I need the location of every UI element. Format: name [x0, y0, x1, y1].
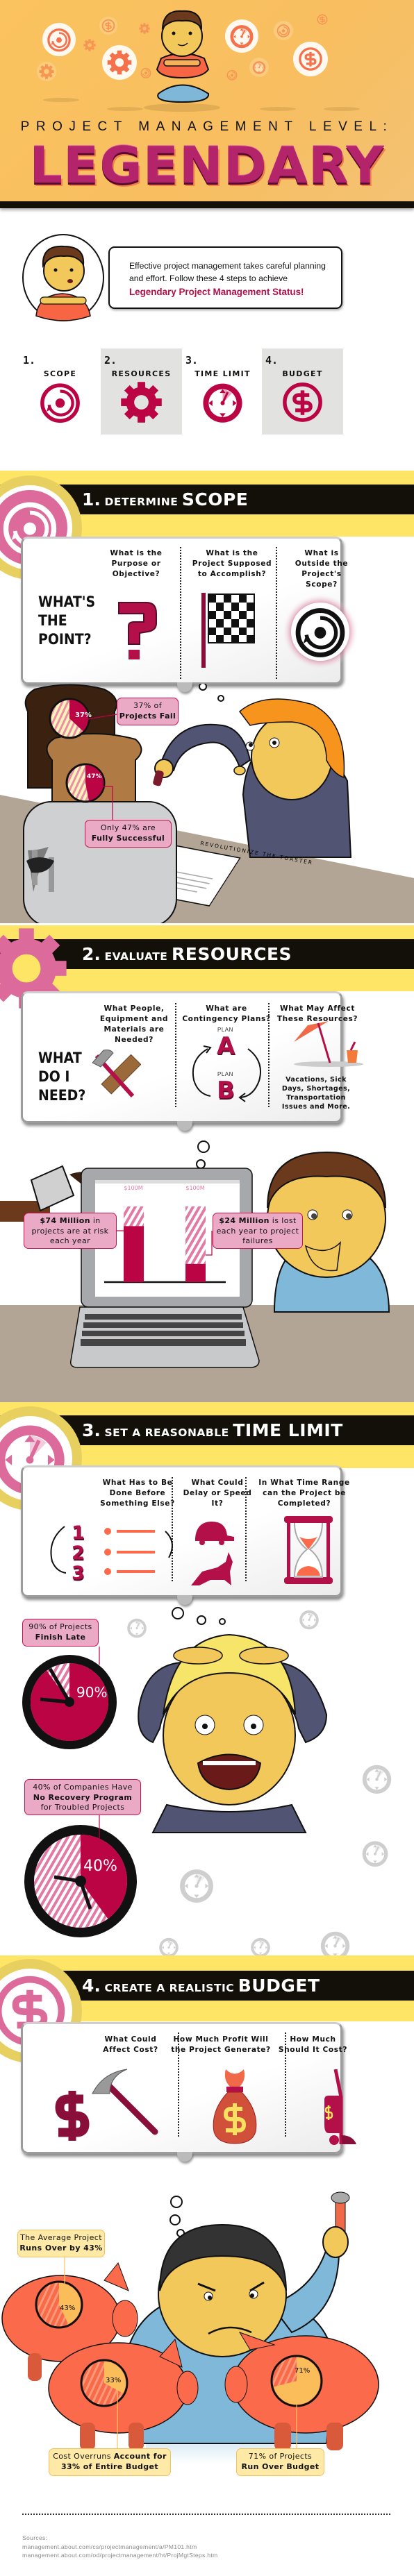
checkered-flag-icon	[201, 593, 255, 668]
turtle-and-rabbit-icon	[191, 1522, 234, 1585]
question: What are Contingency Plans?	[182, 1004, 271, 1023]
section-title: 1. DETERMINE SCOPE	[82, 489, 249, 510]
failed-callout: 37% of Projects Fail	[117, 698, 179, 725]
step-label: SCOPE	[43, 369, 77, 378]
infographic: PROJECT MANAGEMENT LEVEL: LEGENDARY Effe…	[0, 0, 414, 2576]
beach-umbrella-icon	[294, 1021, 363, 1067]
section-3-panel: What Has to Be Done Before Something Els…	[21, 1465, 349, 1605]
share-pie-label: 33%	[106, 2377, 121, 2384]
stopwatch-icon	[225, 19, 258, 53]
thought-bubbles	[172, 1607, 226, 1625]
success-pie-label: 47%	[87, 773, 102, 780]
guide-avatar	[22, 234, 104, 321]
success-callout: Only 47% are Fully Successful	[85, 820, 172, 848]
late-callout: 90% of Projects Finish Late	[22, 1619, 99, 1647]
lost-bar	[185, 1263, 206, 1282]
ordered-steps-icon	[50, 1526, 173, 1575]
source-link[interactable]: management.about.com/cs/projectmanagemen…	[22, 2543, 218, 2552]
stopwatch-icon	[201, 382, 244, 423]
header-supertitle: PROJECT MANAGEMENT LEVEL:	[20, 119, 394, 134]
scope-target-icon	[39, 381, 81, 423]
section-4-panel: What Could Affect Cost? How Much Profit …	[21, 2022, 356, 2162]
no-recovery-clock: 40%	[24, 1815, 137, 1937]
late-dial-label: 90%	[76, 1684, 107, 1701]
overrun-pie-label: 43%	[60, 2305, 75, 2312]
lost-max-label: $100M	[185, 1185, 204, 1191]
laptop: $100M $100M	[69, 1168, 260, 1368]
section-prompt: WHAT'S THE POINT?	[38, 594, 96, 648]
affect-caption: Vacations, Sick Days, Shortages, Transpo…	[281, 1076, 351, 1111]
overrun-callout: The Average Project Runs Over by 43%	[17, 2230, 105, 2257]
question: What Has to Be Done Before Something Els…	[100, 1479, 175, 1508]
at-risk-max-label: $100M	[124, 1185, 142, 1191]
question: What is the Purpose or Objective?	[110, 549, 163, 578]
no-recovery-callout: 40% of Companies Have No Recovery Program…	[24, 1779, 141, 1815]
question: What Could Delay or Speed It?	[183, 1479, 252, 1508]
step-number: 2.	[104, 354, 117, 367]
question: What is the Project Supposed to Accompli…	[192, 549, 272, 578]
no-recovery-dial-label: 40%	[83, 1858, 117, 1875]
at-risk-callout: $74 Million in projects are at risk each…	[24, 1213, 117, 1249]
section-1-panel: WHAT'S THE POINT? What is the Purpose or…	[21, 537, 358, 692]
step-number: 3.	[185, 354, 199, 367]
hourglass-icon	[284, 1516, 333, 1584]
toaster-scene: REVOLUTIONIZE THE TOASTER 37% 47%	[0, 684, 414, 923]
question: What is Outside the Project's Scope?	[295, 549, 349, 589]
step-label: BUDGET	[282, 369, 323, 378]
scope-icon	[42, 23, 76, 56]
lost-callout: $24 Million is lost each year to project…	[213, 1213, 303, 1249]
thought-bubbles	[199, 684, 224, 702]
vacuum-cleaner-icon	[324, 2069, 356, 2145]
step-label: RESOURCES	[111, 369, 172, 378]
meditating-character	[144, 10, 220, 112]
intro-highlight: Legendary Project Management Status!	[129, 287, 304, 297]
step-number: 4.	[265, 354, 279, 367]
header-divider	[0, 201, 414, 208]
question: In What Time Range can the Project be Co…	[258, 1479, 350, 1508]
question: What Could Affect Cost?	[103, 2035, 158, 2054]
over-budget-callout: 71% of Projects Run Over Budget	[236, 2448, 324, 2476]
thought-bubbles	[169, 2196, 185, 2237]
intro-speech-bubble: Effective project management takes caref…	[108, 246, 342, 309]
header-illustration	[37, 10, 360, 112]
question: What People, Equipment and Materials are…	[99, 1004, 169, 1044]
time-scene: 90% 40%	[22, 1607, 392, 1958]
budget-scene: 43% 33% 71%	[1, 2191, 379, 2464]
sources: Sources: management.about.com/cs/project…	[22, 2534, 218, 2560]
gear-icon	[121, 382, 162, 423]
share-callout: Cost Overruns Account for 33% of Entire B…	[49, 2448, 171, 2476]
header-title: LEGENDARY	[29, 136, 385, 194]
step-label: TIME LIMIT	[194, 369, 251, 378]
at-risk-bar	[124, 1226, 144, 1282]
over-budget-pie-label: 71%	[295, 2367, 310, 2375]
dollar-coin-icon	[281, 381, 324, 423]
footer-divider	[22, 2514, 390, 2515]
gear-icon	[102, 45, 137, 80]
stressed-character	[138, 1633, 328, 1833]
step-resources: 2. RESOURCES	[101, 348, 182, 435]
section-prompt: WHAT DO I NEED?	[38, 1050, 86, 1104]
question: How Much Profit Will the Project Generat…	[171, 2035, 271, 2054]
hammer-and-plank-icon	[92, 1050, 141, 1098]
laptop-scene: $100M $100M	[0, 1140, 414, 1402]
failed-pie-label: 37%	[75, 712, 92, 719]
section-2-panel: WHAT DO I NEED? What People, Equipment a…	[21, 991, 363, 1131]
outside-scope-target-icon	[282, 594, 358, 668]
step-number: 1.	[23, 354, 36, 367]
money-bag-icon	[213, 2069, 257, 2144]
source-link[interactable]: management.about.com/od/projectmanagemen…	[22, 2551, 218, 2560]
hammer-hitting-dollar-icon	[55, 2069, 158, 2141]
late-clock: 90%	[22, 1647, 117, 1749]
cycle-arrows-icon	[192, 1045, 261, 1102]
step-time-limit: 3. TIME LIMIT	[182, 348, 263, 435]
sources-label: Sources:	[22, 2534, 48, 2541]
step-budget: 4. BUDGET	[262, 348, 343, 435]
dollar-coin-icon	[293, 42, 328, 76]
question-mark-icon	[118, 602, 157, 659]
step-scope: 1. SCOPE	[19, 348, 101, 435]
intro-text: Effective project management takes caref…	[129, 261, 326, 283]
